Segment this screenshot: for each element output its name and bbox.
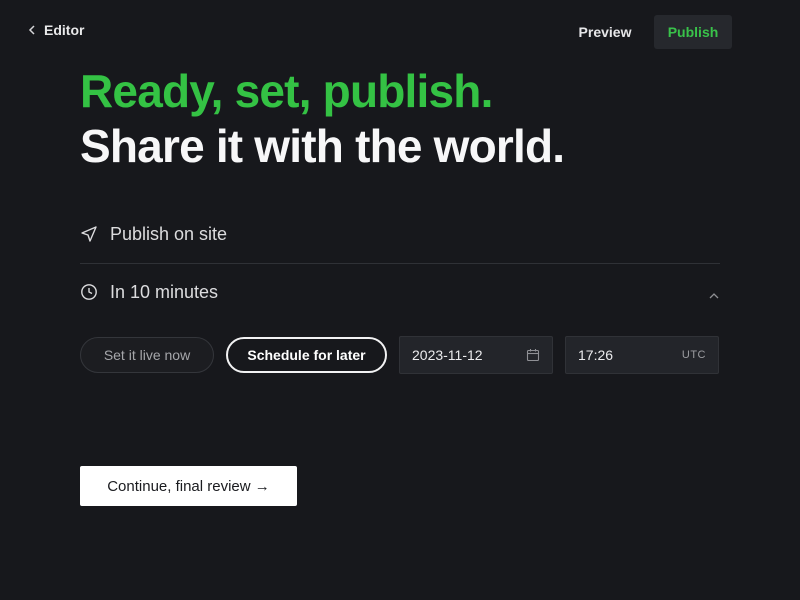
timezone-label: UTC: [681, 349, 706, 361]
schedule-for-later-button[interactable]: Schedule for later: [226, 337, 387, 373]
schedule-summary-label: In 10 minutes: [110, 281, 219, 302]
publish-button[interactable]: Publish: [654, 15, 732, 49]
publish-on-site-row[interactable]: Publish on site: [80, 222, 720, 246]
continue-final-review-button[interactable]: Continue, final review →: [80, 466, 297, 506]
back-label: Editor: [44, 22, 85, 38]
chevron-left-icon: [28, 22, 36, 38]
time-field[interactable]: 17:26 UTC: [565, 336, 719, 374]
time-value: 17:26: [578, 347, 614, 363]
divider: [80, 263, 720, 264]
chevron-up-icon[interactable]: [706, 288, 722, 304]
preview-button[interactable]: Preview: [566, 15, 644, 49]
clock-icon: [80, 283, 98, 301]
publish-on-site-label: Publish on site: [110, 223, 228, 244]
headline-line-1: Ready, set, publish.: [80, 65, 493, 117]
date-value: 2023-11-12: [412, 347, 483, 363]
headline-line-2: Share it with the world.: [80, 120, 565, 172]
back-to-editor-link[interactable]: Editor: [28, 22, 84, 38]
date-field[interactable]: 2023-11-12: [399, 336, 553, 374]
top-bar: Editor Preview Publish: [0, 0, 800, 64]
calendar-icon[interactable]: [526, 348, 540, 362]
send-icon: [80, 225, 98, 243]
schedule-summary-row[interactable]: In 10 minutes: [80, 280, 720, 304]
page-headline: Ready, set, publish. Share it with the w…: [80, 64, 565, 174]
set-live-now-button[interactable]: Set it live now: [80, 337, 214, 373]
